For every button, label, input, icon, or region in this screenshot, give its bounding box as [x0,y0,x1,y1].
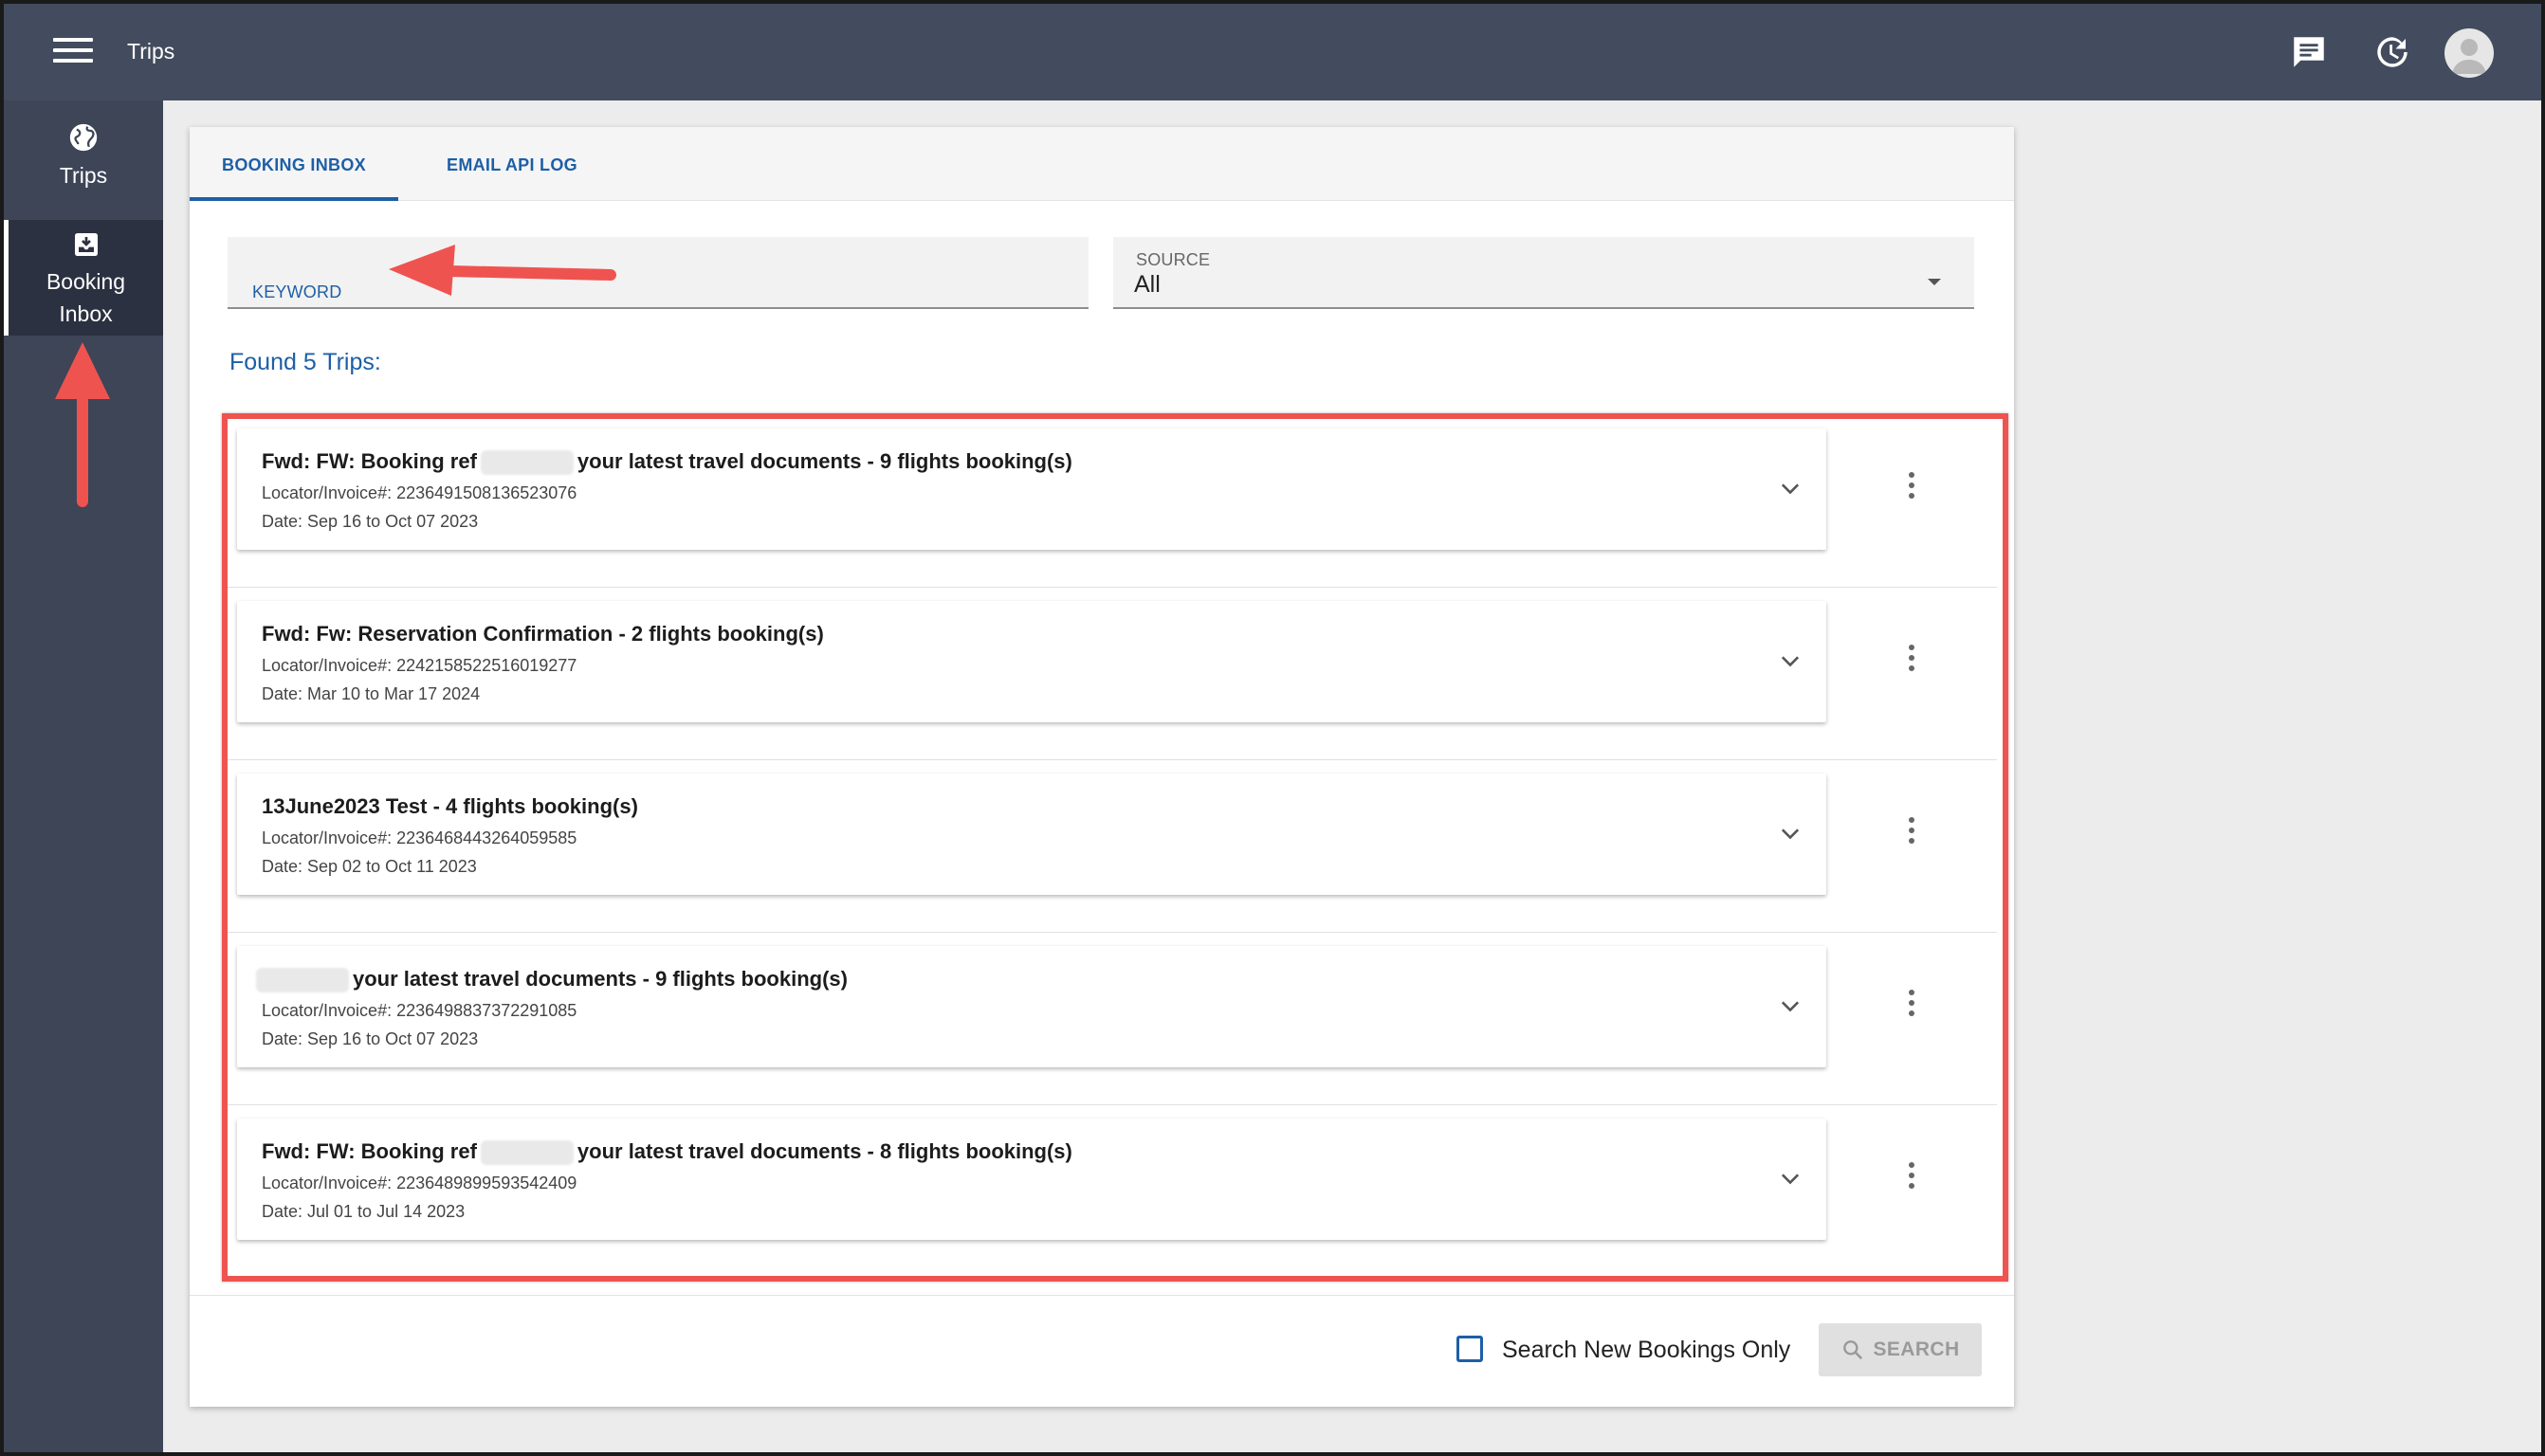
keyword-label: KEYWORD [252,282,342,301]
trip-date: Date: Sep 16 to Oct 07 2023 [262,1029,479,1048]
sidebar-item-label: Booking [46,269,126,294]
table-row: Fwd: Fw: Reservation Confirmation - 2 fl… [224,588,1997,760]
more-options-icon[interactable] [1904,1162,1919,1196]
trip-date: Date: Jul 01 to Jul 14 2023 [262,1202,466,1221]
trip-date: Date: Mar 10 to Mar 17 2024 [262,684,481,703]
search-button-label: SEARCH [1873,1338,1960,1360]
trip-card[interactable]: Fwd: FW: Booking ref your latest travel d… [237,428,1826,550]
trip-date: Date: Sep 16 to Oct 07 2023 [262,512,479,531]
trip-title: 13June2023 Test - 4 flights booking(s) [262,794,638,818]
table-row: Fwd: FW: Booking ref your latest travel d… [224,415,1997,588]
trip-locator: Locator/Invoice#: 2236468443264059585 [262,828,577,847]
sidebar-item-trips[interactable]: Trips [4,116,163,201]
chevron-down-icon[interactable] [1777,1166,1803,1192]
hamburger-menu-icon[interactable] [53,38,93,66]
trip-title-suffix: your latest travel documents - 8 flights… [577,1139,1072,1163]
table-row: your latest travel documents - 9 flights… [224,933,1997,1105]
globe-icon [69,123,98,152]
trip-title-prefix: Fwd: FW: Booking ref [262,1139,477,1163]
table-row: Fwd: FW: Booking ref your latest travel d… [224,1105,1997,1278]
history-icon[interactable] [2372,32,2412,72]
trip-locator: Locator/Invoice#: 2236489899593542409 [262,1174,577,1192]
person-icon [2452,39,2486,74]
app-window: Trips Trips Booking Inbox BOOKING INBOX … [0,0,2545,1456]
sidebar: Trips Booking Inbox [4,100,163,1452]
chevron-down-icon[interactable] [1777,993,1803,1020]
trip-card[interactable]: 13June2023 Test - 4 flights booking(s) L… [237,774,1826,895]
trip-title: Fwd: Fw: Reservation Confirmation - 2 fl… [262,622,824,646]
new-bookings-checkbox[interactable] [1456,1336,1483,1362]
chat-icon[interactable] [2289,32,2329,72]
source-label: SOURCE [1136,250,1211,269]
dropdown-arrow-icon [1928,279,1941,285]
trip-title-suffix: your latest travel documents - 9 flights… [577,449,1072,473]
trip-card[interactable]: Fwd: FW: Booking ref your latest travel d… [237,1119,1826,1240]
table-row: 13June2023 Test - 4 flights booking(s) L… [224,760,1997,933]
trip-title: Fwd: FW: Booking ref your latest travel d… [262,1139,1072,1166]
sidebar-item-label: Trips [59,163,108,188]
trip-locator: Locator/Invoice#: 2242158522516019277 [262,656,577,675]
more-options-icon[interactable] [1904,990,1919,1024]
search-button[interactable]: SEARCH [1819,1323,1982,1376]
keyword-input[interactable] [250,245,1066,279]
redacted-text [480,450,574,476]
sidebar-item-label: Inbox [59,301,113,326]
more-options-icon[interactable] [1904,645,1919,679]
chevron-down-icon[interactable] [1777,476,1803,502]
chevron-down-icon[interactable] [1777,821,1803,847]
app-title: Trips [127,39,175,64]
tab-email-api-log[interactable]: EMAIL API LOG [436,127,588,201]
redacted-text [256,968,349,993]
user-avatar[interactable] [2444,28,2494,78]
trip-title-prefix: Fwd: FW: Booking ref [262,449,477,473]
trip-list: Fwd: FW: Booking ref your latest travel d… [224,415,1997,1280]
trip-card[interactable]: Fwd: Fw: Reservation Confirmation - 2 fl… [237,601,1826,722]
sidebar-item-booking-inbox[interactable]: Booking Inbox [4,220,163,336]
top-app-bar: Trips [4,4,2541,100]
redacted-text [480,1140,574,1166]
source-value: All [1134,271,1161,298]
trip-date: Date: Sep 02 to Oct 11 2023 [262,857,477,876]
trip-title: your latest travel documents - 9 flights… [252,967,848,993]
results-summary: Found 5 Trips: [229,349,381,375]
chevron-down-icon[interactable] [1777,648,1803,675]
trip-card[interactable]: your latest travel documents - 9 flights… [237,946,1826,1067]
keyword-field[interactable]: KEYWORD [228,237,1089,309]
more-options-icon[interactable] [1904,472,1919,506]
trip-locator: Locator/Invoice#: 2236491508136523076 [262,483,577,502]
source-select[interactable]: SOURCE All [1113,237,1974,309]
more-options-icon[interactable] [1904,817,1919,851]
tab-booking-inbox[interactable]: BOOKING INBOX [190,127,398,201]
trip-locator: Locator/Invoice#: 2236498837372291085 [262,1001,577,1020]
inbox-download-icon [74,233,98,256]
booking-inbox-panel: BOOKING INBOX EMAIL API LOG KEYWORD SOUR… [190,127,2014,1407]
trip-title-suffix: your latest travel documents - 9 flights… [353,967,848,991]
new-bookings-label: Search New Bookings Only [1502,1337,1791,1363]
tab-bar: BOOKING INBOX EMAIL API LOG [190,127,2014,201]
search-icon [1843,1340,1863,1360]
trip-title: Fwd: FW: Booking ref your latest travel d… [262,449,1072,476]
